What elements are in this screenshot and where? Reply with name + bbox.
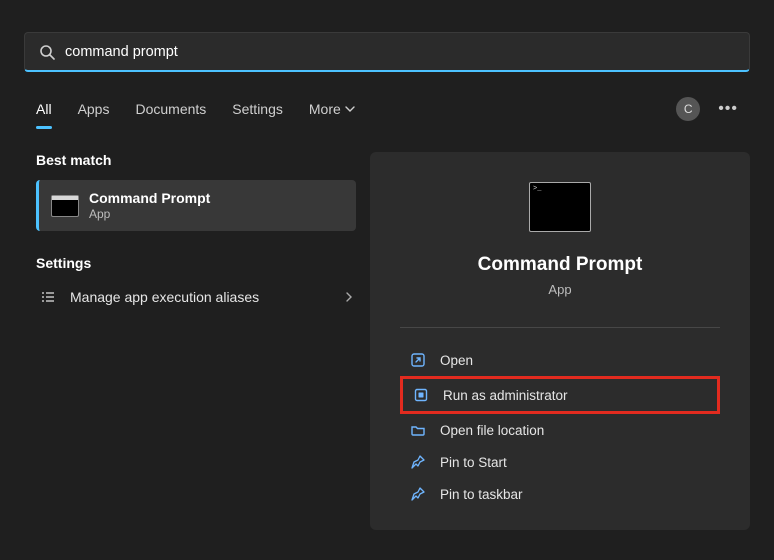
divider: [400, 327, 720, 328]
avatar[interactable]: C: [676, 97, 700, 121]
command-prompt-icon: [529, 182, 591, 232]
best-match-subtitle: App: [89, 207, 210, 221]
tab-all[interactable]: All: [36, 101, 52, 117]
action-pin-to-start[interactable]: Pin to Start: [400, 446, 720, 478]
action-run-as-administrator[interactable]: Run as administrator: [400, 376, 720, 414]
command-prompt-icon: [51, 195, 79, 217]
search-input[interactable]: [65, 44, 735, 60]
action-label: Pin to taskbar: [440, 487, 523, 502]
chevron-down-icon: [345, 106, 355, 112]
settings-header: Settings: [36, 255, 356, 271]
action-open-file-location[interactable]: Open file location: [400, 414, 720, 446]
folder-icon: [410, 422, 426, 438]
pin-icon: [410, 454, 426, 470]
action-open[interactable]: Open: [400, 344, 720, 376]
tab-settings[interactable]: Settings: [232, 101, 283, 117]
settings-item-aliases[interactable]: Manage app execution aliases: [36, 283, 356, 311]
action-pin-to-taskbar[interactable]: Pin to taskbar: [400, 478, 720, 510]
tab-apps[interactable]: Apps: [78, 101, 110, 117]
tab-more-label: More: [309, 101, 341, 117]
more-options-icon[interactable]: •••: [718, 100, 738, 118]
tab-more[interactable]: More: [309, 101, 355, 117]
action-label: Pin to Start: [440, 455, 507, 470]
pin-icon: [410, 486, 426, 502]
best-match-title: Command Prompt: [89, 190, 210, 206]
action-label: Open: [440, 353, 473, 368]
best-match-result[interactable]: Command Prompt App: [36, 180, 356, 231]
chevron-right-icon: [346, 292, 352, 302]
action-label: Open file location: [440, 423, 544, 438]
best-match-header: Best match: [36, 152, 356, 168]
preview-subtitle: App: [548, 282, 571, 297]
shield-admin-icon: [413, 387, 429, 403]
preview-title: Command Prompt: [478, 254, 643, 276]
settings-item-label: Manage app execution aliases: [70, 289, 259, 305]
open-icon: [410, 352, 426, 368]
action-label: Run as administrator: [443, 388, 568, 403]
search-bar[interactable]: [24, 32, 750, 72]
search-icon: [39, 44, 55, 60]
tab-documents[interactable]: Documents: [135, 101, 206, 117]
list-settings-icon: [40, 289, 56, 305]
preview-pane: Command Prompt App Open Run as administr…: [370, 152, 750, 530]
